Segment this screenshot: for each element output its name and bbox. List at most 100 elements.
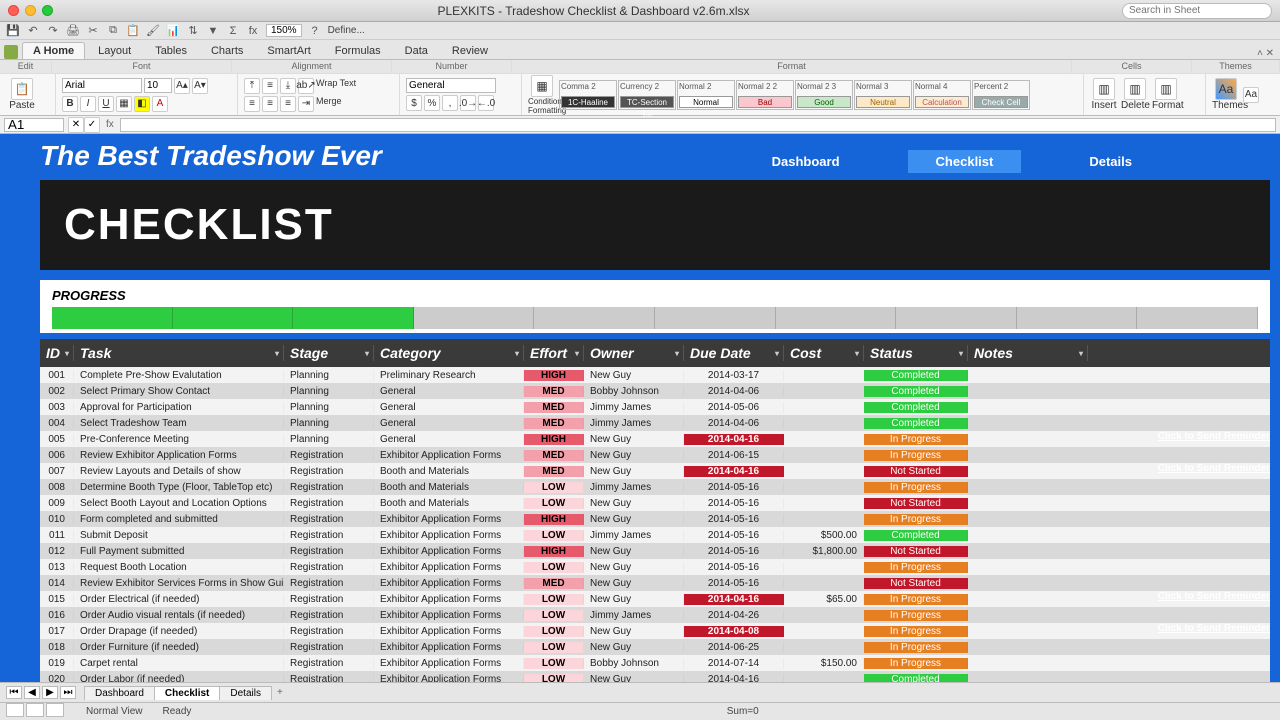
zoom-select[interactable]: 150% xyxy=(266,24,302,37)
send-reminder-link[interactable]: Click to Send Reminder xyxy=(1158,623,1270,634)
ribbon-collapse-icon[interactable]: ˄ ✕ xyxy=(1257,48,1280,59)
nav-dashboard[interactable]: Dashboard xyxy=(744,150,868,173)
filter-icon[interactable]: ▼ xyxy=(206,24,220,38)
table-row[interactable]: 011Submit DepositRegistrationExhibitor A… xyxy=(40,527,1270,543)
zoom-icon[interactable] xyxy=(42,5,53,16)
col-task[interactable]: Task xyxy=(74,345,284,361)
help-icon[interactable]: ? xyxy=(308,24,322,38)
name-box[interactable] xyxy=(4,118,64,132)
delete-cells-button[interactable]: ▥Delete xyxy=(1121,78,1149,111)
last-sheet-icon[interactable]: ⏭ xyxy=(60,686,76,699)
ribbon-tab-charts[interactable]: Charts xyxy=(200,42,254,59)
cell-styles-gallery[interactable]: Comma 21C-HaalineCurrency 2TC-Section T.… xyxy=(559,80,1030,110)
insert-cells-button[interactable]: ▥Insert xyxy=(1090,78,1118,111)
dec-decimal-icon[interactable]: ←.0 xyxy=(478,95,494,111)
copy-icon[interactable]: ⧉ xyxy=(106,24,120,38)
align-center-icon[interactable]: ≡ xyxy=(262,96,278,112)
currency-icon[interactable]: $ xyxy=(406,95,422,111)
format-cells-button[interactable]: ▥Format xyxy=(1152,78,1180,111)
ribbon-tab-ahome[interactable]: A Home xyxy=(22,42,85,59)
underline-button[interactable]: U xyxy=(98,96,114,112)
table-row[interactable]: 002Select Primary Show ContactPlanningGe… xyxy=(40,383,1270,399)
table-row[interactable]: 012Full Payment submittedRegistrationExh… xyxy=(40,543,1270,559)
align-mid-icon[interactable]: ≡ xyxy=(262,78,278,94)
table-row[interactable]: 016Order Audio visual rentals (if needed… xyxy=(40,607,1270,623)
sheet-tab-dashboard[interactable]: Dashboard xyxy=(84,686,155,700)
format-painter-icon[interactable]: 🖌 xyxy=(146,24,160,38)
style-normal-2[interactable]: Normal 2Normal xyxy=(677,80,735,110)
col-due-date[interactable]: Due Date xyxy=(684,345,784,361)
col-cost[interactable]: Cost xyxy=(784,345,864,361)
nav-details[interactable]: Details xyxy=(1061,150,1160,173)
redo-icon[interactable]: ↷ xyxy=(46,24,60,38)
sheet-tab-checklist[interactable]: Checklist xyxy=(154,686,220,700)
border-button[interactable]: ▦ xyxy=(116,96,132,112)
search-input[interactable] xyxy=(1122,3,1272,19)
style-normal-3[interactable]: Normal 3Neutral xyxy=(854,80,912,110)
formula-input[interactable] xyxy=(120,118,1276,132)
ribbon-tab-review[interactable]: Review xyxy=(441,42,499,59)
table-row[interactable]: 009Select Booth Layout and Location Opti… xyxy=(40,495,1270,511)
col-stage[interactable]: Stage xyxy=(284,345,374,361)
number-format-select[interactable] xyxy=(406,78,496,93)
align-right-icon[interactable]: ≡ xyxy=(280,96,296,112)
table-row[interactable]: 008Determine Booth Type (Floor, TableTop… xyxy=(40,479,1270,495)
send-reminder-link[interactable]: Click to Send Reminder xyxy=(1158,591,1270,602)
table-row[interactable]: 010Form completed and submittedRegistrat… xyxy=(40,511,1270,527)
table-row[interactable]: 004Select Tradeshow TeamPlanningGeneralM… xyxy=(40,415,1270,431)
paste-icon[interactable]: 📋 xyxy=(126,24,140,38)
table-row[interactable]: 019Carpet rentalRegistrationExhibitor Ap… xyxy=(40,655,1270,671)
align-top-icon[interactable]: ⤒ xyxy=(244,78,260,94)
enter-formula-icon[interactable]: ✓ xyxy=(84,117,100,133)
prev-sheet-icon[interactable]: ◀ xyxy=(24,686,40,699)
bold-button[interactable]: B xyxy=(62,96,78,112)
sum-icon[interactable]: Σ xyxy=(226,24,240,38)
inc-decimal-icon[interactable]: .0→ xyxy=(460,95,476,111)
home-icon[interactable] xyxy=(4,45,18,59)
style-comma-2[interactable]: Comma 21C-Haaline xyxy=(559,80,617,110)
ribbon-tab-smartart[interactable]: SmartArt xyxy=(256,42,321,59)
style-normal-4[interactable]: Normal 4Calculation xyxy=(913,80,971,110)
themes-button[interactable]: AaThemes xyxy=(1212,78,1240,111)
view-switcher[interactable] xyxy=(6,703,66,720)
add-sheet-button[interactable]: + xyxy=(271,687,289,698)
align-left-icon[interactable]: ≡ xyxy=(244,96,260,112)
nav-checklist[interactable]: Checklist xyxy=(908,150,1022,173)
percent-icon[interactable]: % xyxy=(424,95,440,111)
col-category[interactable]: Category xyxy=(374,345,524,361)
cut-icon[interactable]: ✂ xyxy=(86,24,100,38)
fill-color-button[interactable]: ◧ xyxy=(134,96,150,112)
table-row[interactable]: 006Review Exhibitor Application FormsReg… xyxy=(40,447,1270,463)
ribbon-tab-formulas[interactable]: Formulas xyxy=(324,42,392,59)
undo-icon[interactable]: ↶ xyxy=(26,24,40,38)
style-percent-2[interactable]: Percent 2Check Cell xyxy=(972,80,1030,110)
conditional-formatting-button[interactable]: ▦Conditional Formatting xyxy=(528,75,556,115)
ribbon-tab-tables[interactable]: Tables xyxy=(144,42,198,59)
send-reminder-link[interactable]: Click to Send Reminder xyxy=(1158,431,1270,442)
orientation-icon[interactable]: ab↗ xyxy=(298,78,314,94)
table-row[interactable]: 007Review Layouts and Details of showReg… xyxy=(40,463,1270,479)
style-normal-2-2[interactable]: Normal 2 2Bad xyxy=(736,80,794,110)
col-owner[interactable]: Owner xyxy=(584,345,684,361)
style-currency-2[interactable]: Currency 2TC-Section T... xyxy=(618,80,676,110)
italic-button[interactable]: I xyxy=(80,96,96,112)
save-icon[interactable]: 💾 xyxy=(6,24,20,38)
first-sheet-icon[interactable]: ⏮ xyxy=(6,686,22,699)
sheet-tab-details[interactable]: Details xyxy=(219,686,272,700)
print-icon[interactable]: 🖨 xyxy=(66,24,80,38)
worksheet-area[interactable]: The Best Tradeshow Ever DashboardCheckli… xyxy=(0,134,1280,682)
increase-font-icon[interactable]: A▴ xyxy=(174,78,190,94)
font-size-select[interactable] xyxy=(144,78,172,93)
sort-icon[interactable]: ⇅ xyxy=(186,24,200,38)
col-notes[interactable]: Notes xyxy=(968,345,1088,361)
decrease-font-icon[interactable]: A▾ xyxy=(192,78,208,94)
font-name-select[interactable] xyxy=(62,78,142,93)
table-row[interactable]: 015Order Electrical (if needed)Registrat… xyxy=(40,591,1270,607)
paste-button[interactable]: 📋Paste xyxy=(8,78,36,111)
wrap-text-button[interactable]: Wrap Text xyxy=(316,78,356,94)
ribbon-tab-data[interactable]: Data xyxy=(394,42,439,59)
table-row[interactable]: 001Complete Pre-Show EvalutationPlanning… xyxy=(40,367,1270,383)
indent-icon[interactable]: ⇥ xyxy=(298,96,314,112)
send-reminder-link[interactable]: Click to Send Reminder xyxy=(1158,463,1270,474)
fx-icon[interactable]: fx xyxy=(100,119,120,130)
